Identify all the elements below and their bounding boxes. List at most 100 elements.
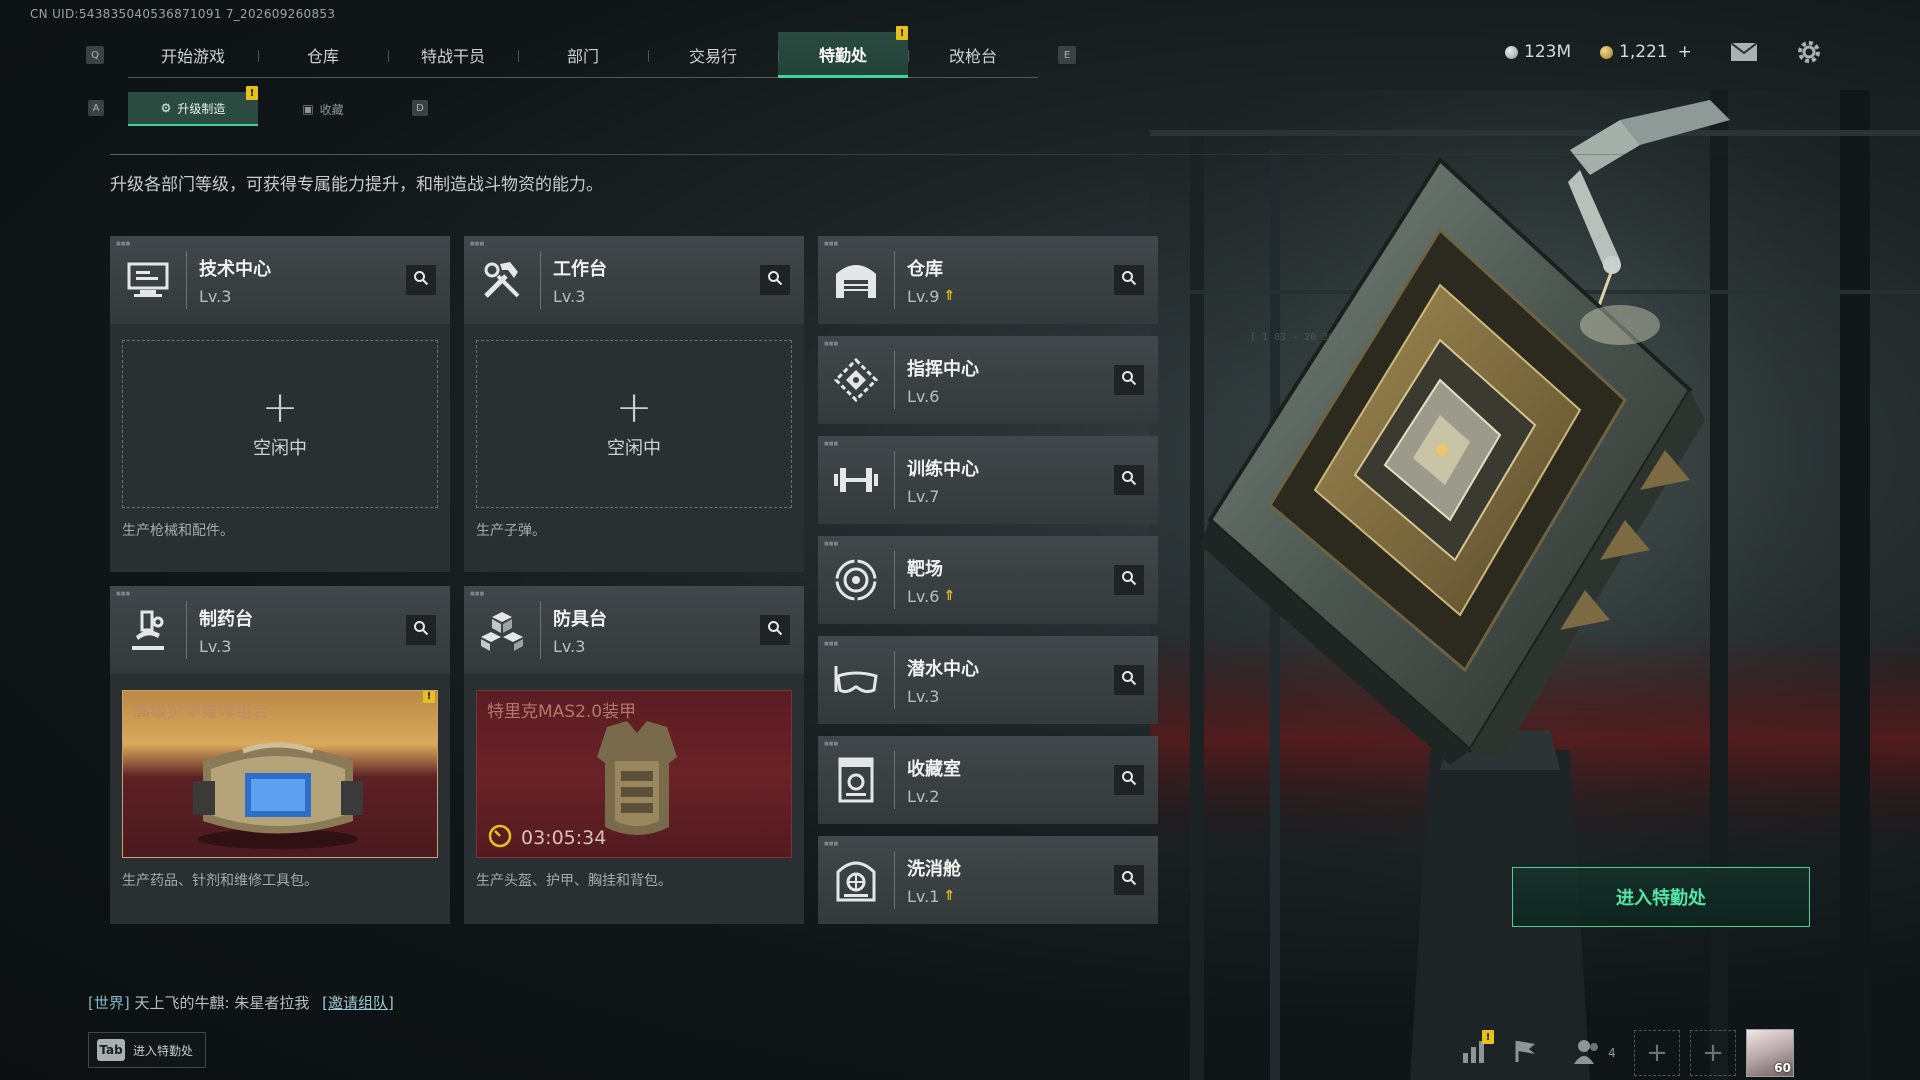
search-button[interactable] [760,265,790,295]
nav-prev-key[interactable]: Q [86,46,104,64]
stats-button[interactable]: ! [1452,1030,1498,1076]
workshop-description: 生产头盔、护甲、胸挂和背包。 [476,873,672,889]
squad-button[interactable]: 4 [1554,1030,1634,1076]
collection-icon [818,736,894,824]
subtab-label: 收藏 [319,102,344,117]
chat-sender[interactable]: 天上飞的牛麒 [135,994,225,1012]
department-name: 靶场 [907,558,943,580]
subnav-prev-key[interactable]: A [88,100,104,116]
gold-currency[interactable]: 1,221 + [1600,42,1692,62]
tab-start-game[interactable]: 开始游戏 [128,32,258,78]
production-slot-idle[interactable]: + 空闲中 [122,340,438,508]
production-slot-complete[interactable]: 高级护甲维修组合 ! [122,690,438,858]
plus-icon: + [615,382,653,433]
tab-hint-label: 进入特勤处 [133,1043,194,1058]
workshop-header[interactable]: ■■■ 工作台 Lv.3 [464,236,804,324]
workshop-header[interactable]: ■■■ 技术中心 Lv.3 [110,236,450,324]
department-name: 训练中心 [907,458,979,480]
world-chat-line: [世界] 天上飞的牛麒: 朱星者拉我 [邀请组队] [88,992,394,1013]
timer-icon [487,823,513,853]
search-button[interactable] [1114,565,1144,595]
department-shooting-range[interactable]: ■■■ 靶场 Lv.6 ⇑ [818,536,1158,624]
workshop-description: 生产子弹。 [476,523,546,539]
department-name: 指挥中心 [907,358,979,380]
search-icon [1121,370,1137,390]
wrench-icon: ⚙ [160,101,172,115]
alert-badge: ! [246,86,258,100]
tab-gunsmith[interactable]: 改枪台 [908,32,1038,78]
search-button[interactable] [1114,465,1144,495]
search-button[interactable] [760,615,790,645]
department-name: 洗消舱 [907,858,961,880]
page-description: 升级各部门等级，可获得专属能力提升，和制造战斗物资的能力。 [110,175,603,195]
add-teammate-slot[interactable]: + [1634,1030,1680,1076]
department-warehouse[interactable]: ■■■ 仓库 Lv.9 ⇑ [818,236,1158,324]
decon-icon [818,836,894,924]
department-diving-center[interactable]: ■■■ 潜水中心 Lv.3 [818,636,1158,724]
search-icon [1121,570,1137,590]
production-slot-in-progress[interactable]: 特里克MAS2.0装甲 03:05:34 [476,690,792,858]
department-level: Lv.6 [907,586,940,606]
microscope-icon [110,586,186,674]
search-button[interactable] [406,615,436,645]
tab-special-ops[interactable]: 特勤处 ! [778,26,908,78]
header-tag: ■■■ [824,441,839,447]
search-button[interactable] [1114,865,1144,895]
slot-status: 空闲中 [607,438,661,459]
subtab-collection[interactable]: ▣ 收藏 [258,92,388,126]
search-button[interactable] [1114,665,1144,695]
alert-badge: ! [1482,1030,1494,1044]
warehouse-icon [818,236,894,324]
search-icon [413,620,429,640]
search-button[interactable] [1114,765,1144,795]
search-icon [767,270,783,290]
invite-team-link[interactable]: [邀请组队] [322,994,394,1012]
production-slot-idle[interactable]: + 空闲中 [476,340,792,508]
workshop-header[interactable]: ■■■ 防具台 Lv.3 [464,586,804,674]
flag-icon [1513,1038,1539,1068]
tab-label: 特勤处 [818,45,867,65]
nav-next-key[interactable]: E [1058,46,1076,64]
tab-warehouse[interactable]: 仓库 [258,32,388,78]
upgrade-arrow-icon: ⇑ [943,888,956,904]
flag-button[interactable] [1498,1030,1554,1076]
add-teammate-slot[interactable]: + [1690,1030,1736,1076]
subtab-upgrade-craft[interactable]: ⚙ 升级制造 ! [128,86,258,126]
workshop-card-armor-bench: ■■■ 防具台 Lv.3 特里克MAS2.0装甲 03:05:34 生产头盔、护… [464,586,804,924]
silver-coin-icon [1505,45,1518,59]
tab-enter-hint[interactable]: Tab 进入特勤处 [88,1032,206,1068]
search-button[interactable] [406,265,436,295]
settings-gear-icon[interactable] [1795,38,1823,70]
header-tag: ■■■ [824,541,839,547]
search-button[interactable] [1114,365,1144,395]
search-icon [1121,470,1137,490]
chat-message: : 朱星者拉我 [224,994,310,1012]
workshop-level: Lv.3 [553,286,586,306]
alert-badge: ! [896,26,908,40]
target-icon [818,536,894,624]
department-collection-room[interactable]: ■■■ 收藏室 Lv.2 [818,736,1158,824]
player-avatar[interactable]: 60 [1746,1029,1794,1077]
workshop-name: 工作台 [553,258,607,280]
gold-amount: 1,221 [1619,42,1668,62]
department-level: Lv.3 [907,686,940,706]
department-decon-chamber[interactable]: ■■■ 洗消舱 Lv.1 ⇑ [818,836,1158,924]
tab-label: 仓库 [306,47,339,66]
subnav-next-key[interactable]: D [412,100,428,116]
plus-icon: + [261,382,299,433]
search-button[interactable] [1114,265,1144,295]
tab-operators[interactable]: 特战干员 [388,32,518,78]
workshop-card-tech-center: ■■■ 技术中心 Lv.3 + 空闲中 生产枪械和配件。 [110,236,450,572]
tab-trade-market[interactable]: 交易行 [648,32,778,78]
department-level: Lv.9 [907,286,940,306]
tab-department[interactable]: 部门 [518,32,648,78]
header-tag: ■■■ [116,241,131,247]
add-gold-button[interactable]: + [1678,42,1692,62]
department-command-center[interactable]: ■■■ 指挥中心 Lv.6 [818,336,1158,424]
department-training-center[interactable]: ■■■ 训练中心 Lv.7 [818,436,1158,524]
enter-special-ops-button[interactable]: 进入特勤处 [1512,867,1810,927]
workshop-header[interactable]: ■■■ 制药台 Lv.3 [110,586,450,674]
mail-icon[interactable] [1730,42,1758,66]
workshop-name: 技术中心 [199,258,271,280]
upgrade-arrow-icon: ⇑ [943,588,956,604]
